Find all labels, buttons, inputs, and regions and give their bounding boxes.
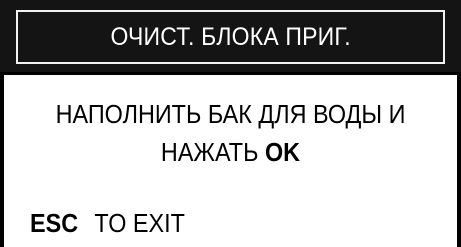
exit-label: TO EXIT — [94, 208, 185, 238]
screen-title: ОЧИСТ. БЛОКА ПРИГ. — [110, 22, 351, 51]
title-frame: ОЧИСТ. БЛОКА ПРИГ. — [16, 10, 445, 64]
title-bar: ОЧИСТ. БЛОКА ПРИГ. — [0, 0, 461, 75]
instruction-line-2-text: НАЖАТЬ — [160, 137, 265, 167]
instruction-line-1: НАПОЛНИТЬ БАК ДЛЯ ВОДЫ И — [55, 99, 406, 129]
ok-key-label: OK — [264, 137, 301, 167]
frame-right-border — [457, 75, 461, 247]
esc-key-label: ESC — [30, 208, 79, 238]
display-screen: ОЧИСТ. БЛОКА ПРИГ. НАПОЛНИТЬ БАК ДЛЯ ВОД… — [0, 0, 461, 247]
instruction-message: НАПОЛНИТЬ БАК ДЛЯ ВОДЫ И НАЖАТЬ OK — [4, 95, 457, 171]
footer-hint: ESC TO EXIT — [30, 208, 185, 239]
instruction-line-2: НАЖАТЬ OK — [27, 133, 435, 171]
